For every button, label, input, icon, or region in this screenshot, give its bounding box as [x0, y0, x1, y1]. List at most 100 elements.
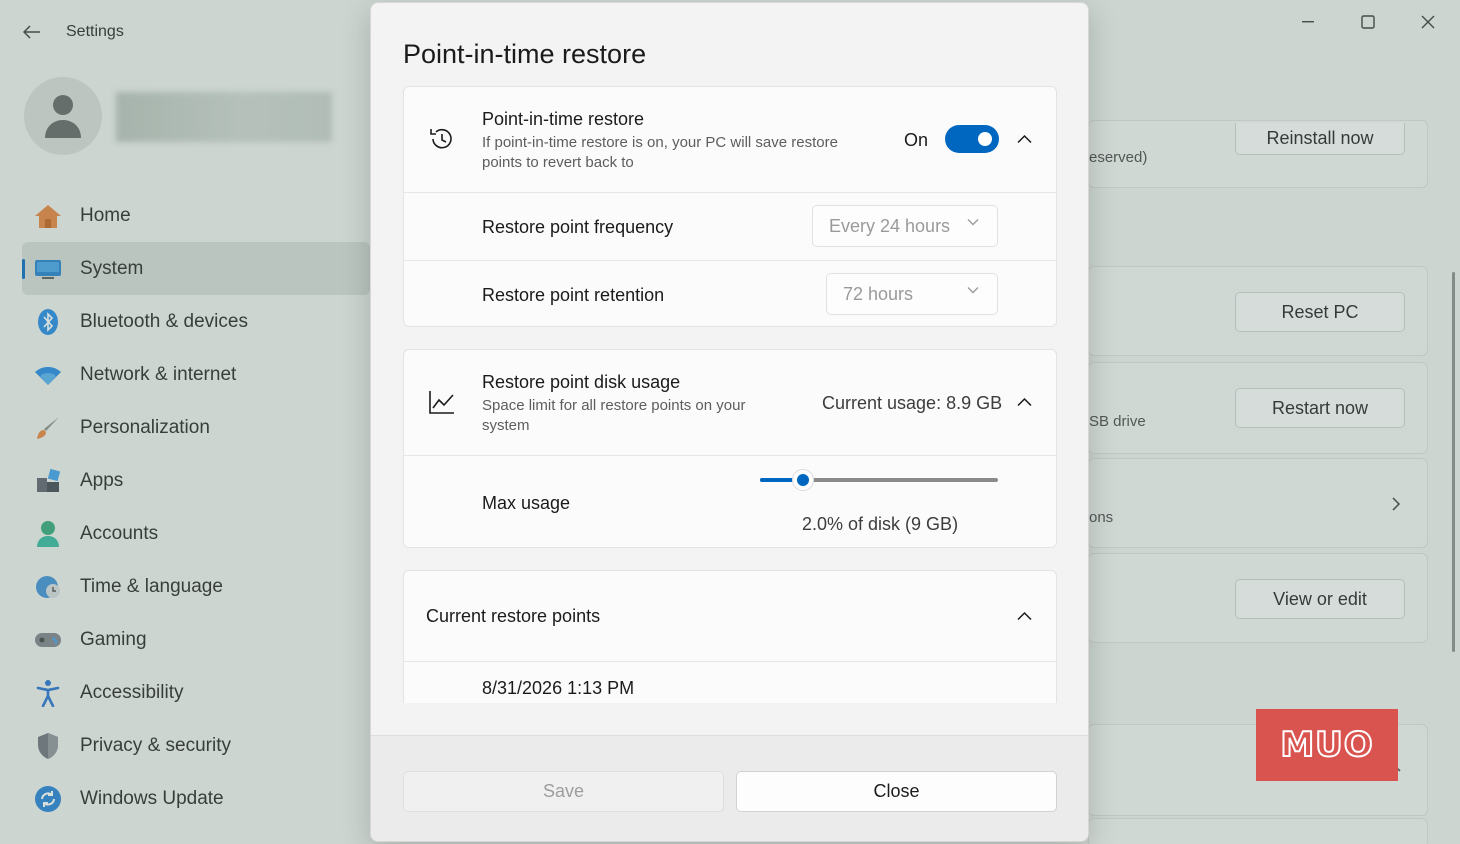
point-in-time-restore-dialog: Point-in-time restore Point-in-time rest…	[370, 2, 1089, 842]
sidebar-item-gaming[interactable]: Gaming	[22, 613, 370, 666]
back-button[interactable]	[18, 18, 46, 46]
usb-drive-text: SB drive	[1089, 413, 1146, 430]
retention-label: Restore point retention	[482, 285, 665, 305]
divider	[404, 661, 1056, 662]
avatar[interactable]	[24, 77, 102, 155]
sidebar-item-windows-update[interactable]: Windows Update	[22, 772, 370, 825]
scrollbar[interactable]	[1452, 272, 1455, 652]
sidebar-item-label: Windows Update	[80, 787, 224, 809]
muo-watermark-logo: MUO	[1256, 709, 1398, 781]
sidebar-item-apps[interactable]: Apps	[22, 454, 370, 507]
frequency-dropdown[interactable]: Every 24 hours	[812, 205, 998, 247]
retention-dropdown[interactable]: 72 hours	[826, 273, 998, 315]
sidebar-item-bluetooth[interactable]: Bluetooth & devices	[22, 295, 370, 348]
person-icon	[34, 520, 62, 548]
sidebar-item-time-language[interactable]: Time & language	[22, 560, 370, 613]
frequency-value: Every 24 hours	[829, 215, 951, 236]
reset-pc-card: Reset PC	[1088, 266, 1428, 356]
minimize-button[interactable]	[1288, 8, 1328, 36]
app-title: Settings	[66, 23, 124, 40]
restore-points-header[interactable]: Current restore points	[404, 571, 1056, 661]
frequency-label: Restore point frequency	[482, 217, 674, 237]
restore-point-item[interactable]: 8/31/2026 1:13 PM	[482, 678, 634, 699]
sidebar-item-privacy[interactable]: Privacy & security	[22, 719, 370, 772]
max-usage-value: 2.0% of disk (9 GB)	[802, 514, 959, 534]
current-usage-text: Current usage: 8.9 GB	[822, 393, 1003, 413]
system-icon	[34, 255, 62, 283]
sidebar-item-home[interactable]: Home	[22, 189, 370, 242]
reinstall-now-button[interactable]: Reinstall now	[1235, 123, 1405, 155]
view-or-edit-button[interactable]: View or edit	[1235, 579, 1405, 619]
update-icon	[34, 785, 62, 813]
close-button[interactable]: Close	[736, 771, 1057, 812]
save-button[interactable]: Save	[403, 771, 724, 812]
wifi-icon	[34, 361, 62, 389]
user-name-blurred	[116, 92, 332, 142]
restore-points-card: Current restore points 8/31/2026 1:13 PM	[403, 570, 1057, 703]
sidebar-item-label: Bluetooth & devices	[80, 310, 248, 332]
retention-value: 72 hours	[843, 283, 914, 304]
reset-pc-button[interactable]: Reset PC	[1235, 292, 1405, 332]
sidebar-item-accessibility[interactable]: Accessibility	[22, 666, 370, 719]
restore-settings-card: Point-in-time restore If point-in-time r…	[403, 86, 1057, 327]
sidebar-item-label: Home	[80, 204, 131, 226]
sidebar-nav: Home System Bluetooth & devices Network …	[22, 189, 370, 825]
chevron-right-icon	[1392, 497, 1401, 511]
sidebar-item-label: Privacy & security	[80, 734, 231, 756]
sidebar-item-personalization[interactable]: Personalization	[22, 401, 370, 454]
toggle-knob	[978, 132, 992, 146]
globe-clock-icon	[34, 573, 62, 601]
person-icon	[45, 95, 81, 138]
sidebar-item-network[interactable]: Network & internet	[22, 348, 370, 401]
options-card[interactable]: ons	[1088, 458, 1428, 548]
sidebar-item-label: Personalization	[80, 416, 210, 438]
dialog-scroll-area[interactable]: Point-in-time restore If point-in-time r…	[371, 85, 1088, 703]
max-usage-label: Max usage	[482, 493, 571, 513]
chart-line-icon	[426, 386, 458, 418]
sidebar-item-accounts[interactable]: Accounts	[22, 507, 370, 560]
options-text: ons	[1089, 509, 1114, 526]
chevron-up-icon	[1017, 611, 1032, 621]
divider	[404, 455, 1056, 456]
home-icon	[34, 202, 62, 230]
shield-icon	[34, 732, 62, 760]
disk-usage-row[interactable]: Restore point disk usage Space limit for…	[404, 350, 1056, 455]
bottom-card-2	[1088, 818, 1428, 844]
disk-usage-title: Restore point disk usage	[482, 372, 681, 392]
minimize-icon	[1302, 21, 1314, 23]
sidebar-item-system[interactable]: System	[22, 242, 370, 295]
restart-now-button[interactable]: Restart now	[1235, 388, 1405, 428]
advanced-startup-card: SB drive Restart now	[1088, 362, 1428, 454]
maximize-button[interactable]	[1348, 8, 1388, 36]
close-window-button[interactable]	[1408, 8, 1448, 36]
chevron-up-icon[interactable]	[1017, 134, 1032, 144]
max-usage-slider[interactable]	[760, 469, 998, 491]
chevron-down-icon	[967, 287, 979, 294]
restore-toggle[interactable]	[945, 125, 999, 153]
sidebar-item-label: System	[80, 257, 144, 279]
view-edit-card: View or edit	[1088, 553, 1428, 643]
sidebar-item-label: Accounts	[80, 522, 159, 544]
sidebar-item-label: Time & language	[80, 575, 223, 597]
frequency-row: Restore point frequency Every 24 hours	[404, 193, 1056, 260]
close-icon	[1421, 15, 1435, 29]
sidebar-item-label: Gaming	[80, 628, 147, 650]
dialog-title: Point-in-time restore	[403, 39, 647, 69]
reinstall-card: eserved) Reinstall now	[1088, 120, 1428, 188]
chevron-down-icon	[967, 219, 979, 226]
chevron-up-icon[interactable]	[1017, 397, 1032, 407]
sidebar-item-label: Apps	[80, 469, 124, 491]
history-icon	[426, 123, 458, 155]
accessibility-icon	[34, 679, 62, 707]
disk-usage-description: Space limit for all restore points on yo…	[482, 397, 746, 434]
slider-thumb[interactable]	[791, 469, 814, 491]
dialog-footer: Save Close	[371, 735, 1088, 841]
restore-points-title: Current restore points	[426, 606, 601, 626]
restore-toggle-row[interactable]: Point-in-time restore If point-in-time r…	[404, 87, 1056, 192]
restore-title: Point-in-time restore	[482, 109, 645, 129]
sidebar-item-label: Accessibility	[80, 681, 184, 703]
sidebar-item-label: Network & internet	[80, 363, 237, 385]
apps-icon	[34, 467, 62, 495]
maximize-icon	[1361, 15, 1375, 29]
back-arrow-icon	[23, 25, 40, 39]
